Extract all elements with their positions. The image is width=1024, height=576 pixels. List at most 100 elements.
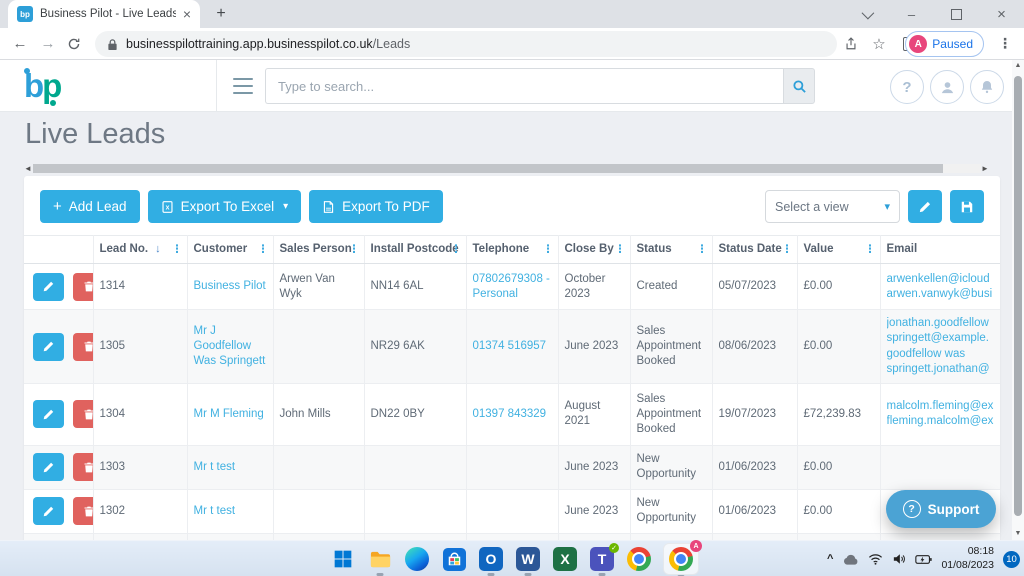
taskbar-clock[interactable]: 08:18 01/08/2023 bbox=[941, 545, 994, 572]
taskbar-start-button[interactable] bbox=[330, 546, 356, 572]
edit-lead-button[interactable] bbox=[33, 273, 64, 301]
taskbar-word[interactable]: W bbox=[515, 546, 541, 572]
col-sales-person[interactable]: Sales Person⋮ bbox=[273, 236, 364, 264]
back-icon[interactable]: ← bbox=[8, 28, 32, 59]
col-lead-no[interactable]: Lead No.↓⋮ bbox=[93, 236, 187, 264]
taskbar-teams[interactable]: T ✓ bbox=[589, 546, 615, 572]
search-input[interactable] bbox=[265, 68, 783, 104]
col-status-date[interactable]: Status Date⋮ bbox=[712, 236, 797, 264]
customer-link[interactable]: Mr t test bbox=[194, 461, 236, 473]
export-excel-button[interactable]: x Export To Excel ▾ bbox=[148, 190, 302, 223]
onedrive-icon[interactable] bbox=[842, 553, 859, 566]
help-button[interactable]: ? bbox=[890, 70, 924, 104]
taskbar-outlook[interactable]: O bbox=[478, 546, 504, 572]
notification-count-badge[interactable]: 10 bbox=[1003, 551, 1020, 568]
column-menu-icon[interactable]: ⋮ bbox=[349, 242, 360, 257]
edit-lead-button[interactable] bbox=[33, 333, 64, 361]
cell-actions bbox=[24, 489, 93, 533]
taskbar-store[interactable] bbox=[441, 546, 467, 572]
col-status[interactable]: Status⋮ bbox=[630, 236, 712, 264]
taskbar-excel[interactable]: X bbox=[552, 546, 578, 572]
speaker-icon[interactable] bbox=[892, 553, 906, 565]
customer-link[interactable]: Mr t test bbox=[194, 505, 236, 517]
save-view-button[interactable] bbox=[950, 190, 984, 223]
taskbar-file-explorer[interactable] bbox=[367, 546, 393, 572]
delete-lead-button[interactable] bbox=[73, 453, 93, 481]
email-link[interactable]: fleming.malcolm@ex bbox=[887, 414, 995, 429]
edit-lead-button[interactable] bbox=[33, 400, 64, 428]
scroll-left-icon[interactable]: ◄ bbox=[24, 164, 33, 173]
browser-tab[interactable]: bp Business Pilot - Live Leads × bbox=[8, 0, 200, 28]
taskbar-chrome-active[interactable]: A bbox=[663, 543, 699, 575]
vertical-scroll-thumb[interactable] bbox=[1014, 76, 1022, 516]
scroll-right-icon[interactable]: ► bbox=[981, 164, 990, 173]
horizontal-scroll-thumb[interactable] bbox=[33, 164, 943, 173]
url-bar[interactable]: businesspilottraining.app.businesspilot.… bbox=[95, 31, 837, 57]
browser-menu-icon[interactable]: ⋮ bbox=[992, 28, 1018, 59]
col-value[interactable]: Value⋮ bbox=[797, 236, 880, 264]
notifications-button[interactable] bbox=[970, 70, 1004, 104]
column-menu-icon[interactable]: ⋮ bbox=[865, 242, 876, 257]
col-email[interactable]: Email bbox=[880, 236, 1000, 264]
delete-lead-button[interactable] bbox=[73, 333, 93, 361]
column-menu-icon[interactable]: ⋮ bbox=[697, 242, 708, 257]
email-link[interactable]: springett.jonathan@ bbox=[887, 362, 995, 377]
export-pdf-button[interactable]: Export To PDF bbox=[309, 190, 443, 223]
phone-link[interactable]: 01374 516957 bbox=[473, 340, 547, 352]
email-link[interactable]: arwenkellen@icloud bbox=[887, 272, 995, 287]
scroll-up-icon[interactable]: ▲ bbox=[1012, 60, 1024, 72]
wifi-icon[interactable] bbox=[868, 553, 883, 565]
battery-icon[interactable] bbox=[915, 554, 932, 565]
email-link[interactable]: malcolm.fleming@ex bbox=[887, 399, 995, 414]
delete-lead-button[interactable] bbox=[73, 497, 93, 525]
phone-link[interactable]: 01397 843329 bbox=[473, 408, 547, 420]
column-menu-icon[interactable]: ⋮ bbox=[615, 242, 626, 257]
col-install-postcode[interactable]: Install Postcode⋮ bbox=[364, 236, 466, 264]
browser-scrollbar[interactable]: ▲ ▼ bbox=[1012, 60, 1024, 540]
column-menu-icon[interactable]: ⋮ bbox=[172, 242, 183, 257]
reload-icon[interactable] bbox=[62, 28, 86, 59]
scroll-down-icon[interactable]: ▼ bbox=[1012, 528, 1024, 540]
customer-link[interactable]: Business Pilot bbox=[194, 280, 266, 292]
customer-link[interactable]: Mr J Goodfellow Was Springett bbox=[194, 325, 266, 367]
view-select[interactable]: Select a view ▾ bbox=[765, 190, 900, 223]
horizontal-scrollbar[interactable]: ◄ ► bbox=[24, 164, 990, 173]
window-restore-icon[interactable] bbox=[934, 7, 979, 22]
email-link[interactable]: goodfellow was bbox=[887, 347, 995, 362]
col-customer[interactable]: Customer⋮ bbox=[187, 236, 273, 264]
tray-chevron-icon[interactable]: ^ bbox=[827, 553, 833, 565]
delete-lead-button[interactable] bbox=[73, 273, 93, 301]
column-menu-icon[interactable]: ⋮ bbox=[543, 242, 554, 257]
email-link[interactable]: arwen.vanwyk@busi bbox=[887, 287, 995, 302]
edit-view-button[interactable] bbox=[908, 190, 942, 223]
col-close-by[interactable]: Close By⋮ bbox=[558, 236, 630, 264]
edit-lead-button[interactable] bbox=[33, 453, 64, 481]
forward-icon[interactable]: → bbox=[36, 28, 60, 59]
bookmark-star-icon[interactable]: ☆ bbox=[866, 28, 892, 59]
phone-link[interactable]: 07802679308 - Personal bbox=[473, 273, 550, 300]
window-minimize-icon[interactable]: – bbox=[889, 7, 934, 22]
new-tab-button[interactable]: + bbox=[212, 5, 230, 23]
window-close-icon[interactable]: × bbox=[979, 6, 1024, 23]
support-button[interactable]: ? Support bbox=[886, 490, 996, 528]
column-menu-icon[interactable]: ⋮ bbox=[451, 242, 462, 257]
delete-lead-button[interactable] bbox=[73, 400, 93, 428]
column-menu-icon[interactable]: ⋮ bbox=[258, 242, 269, 257]
taskbar-chrome[interactable] bbox=[626, 546, 652, 572]
menu-hamburger-icon[interactable] bbox=[233, 78, 253, 94]
account-button[interactable] bbox=[930, 70, 964, 104]
customer-link[interactable]: Mr M Fleming bbox=[194, 408, 264, 420]
add-lead-button[interactable]: + Add Lead bbox=[40, 190, 140, 223]
edit-lead-button[interactable] bbox=[33, 497, 64, 525]
window-menu-chevron-icon[interactable] bbox=[844, 7, 889, 22]
profile-paused-badge[interactable]: A Paused bbox=[905, 31, 984, 57]
business-pilot-logo[interactable]: bp bbox=[24, 65, 84, 107]
share-icon[interactable] bbox=[838, 28, 864, 59]
taskbar-edge[interactable] bbox=[404, 546, 430, 572]
tab-close-icon[interactable]: × bbox=[183, 7, 191, 21]
col-telephone[interactable]: Telephone⋮ bbox=[466, 236, 558, 264]
email-link[interactable]: jonathan.goodfellow bbox=[887, 316, 995, 331]
search-button[interactable] bbox=[783, 68, 815, 104]
column-menu-icon[interactable]: ⋮ bbox=[782, 242, 793, 257]
email-link[interactable]: springett@example. bbox=[887, 331, 995, 346]
